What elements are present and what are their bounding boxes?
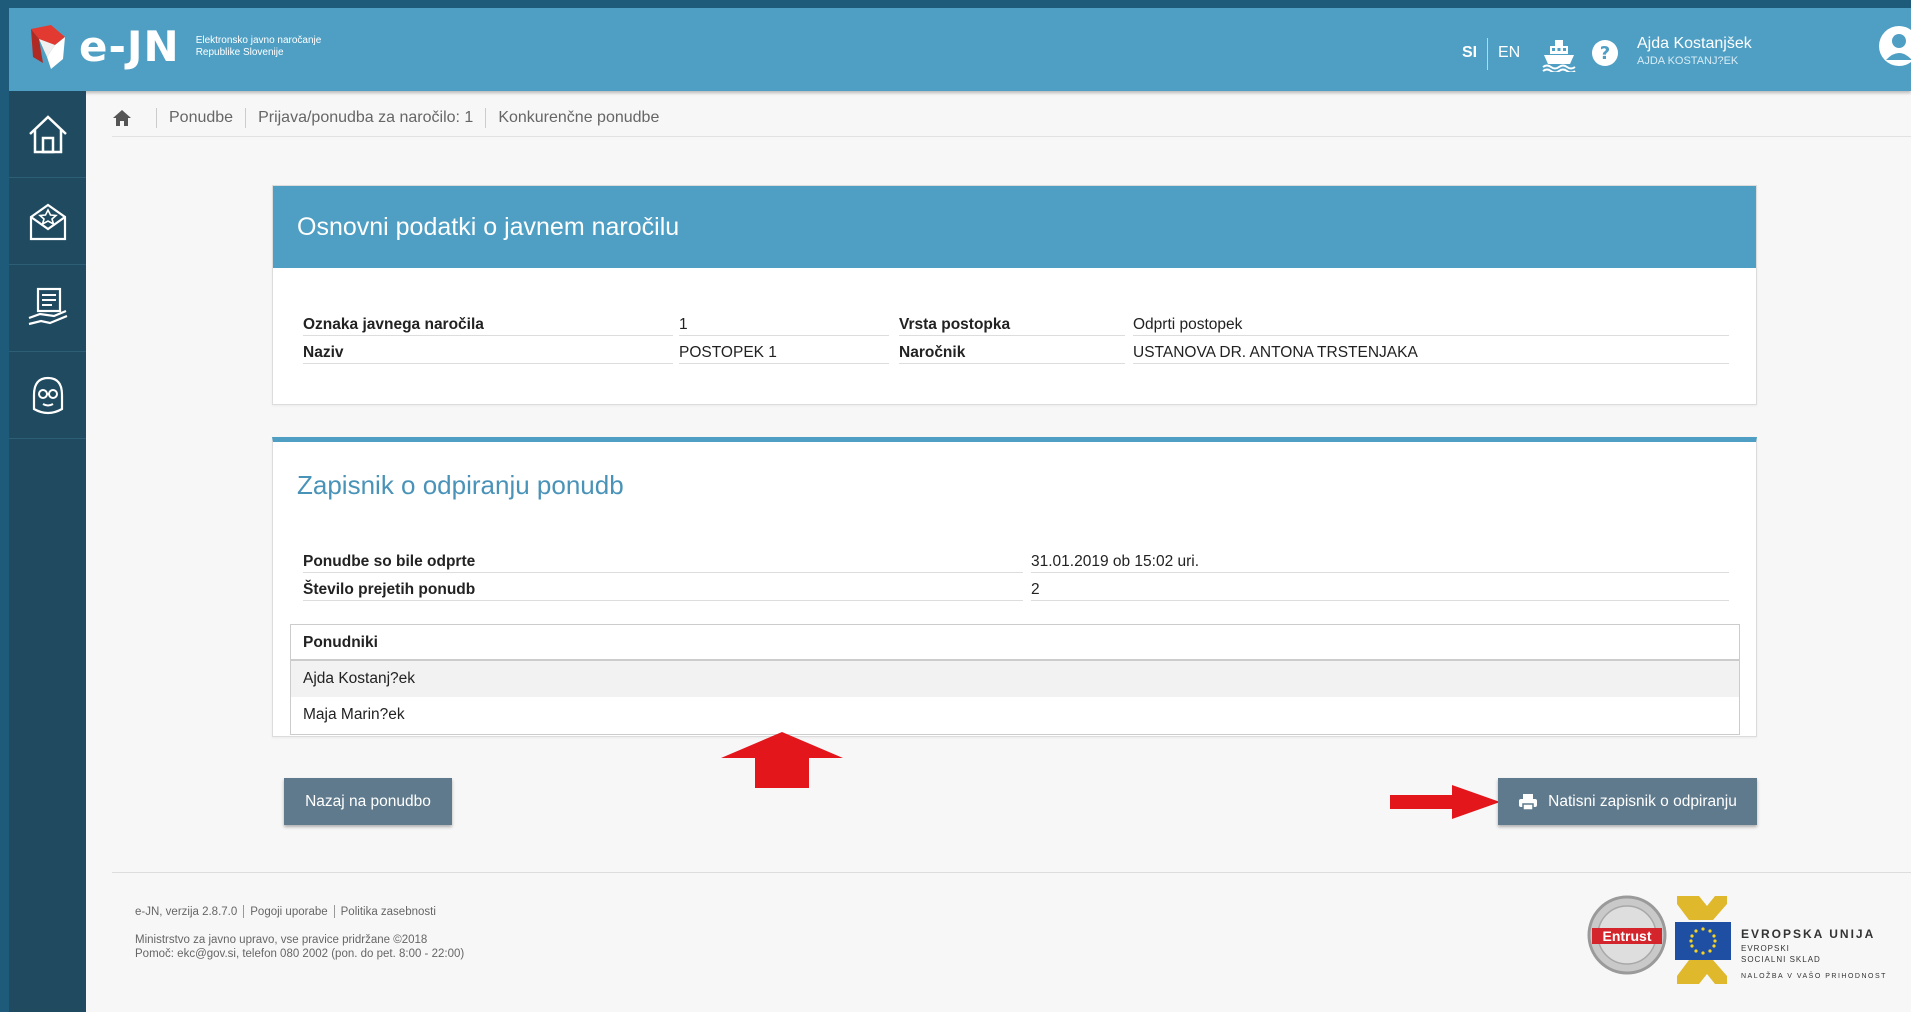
footer-version: e-JN, verzija 2.8.7.0 — [135, 905, 238, 918]
eu-line1: EVROPSKA UNIJA — [1741, 927, 1875, 941]
lang-divider — [1487, 38, 1488, 70]
bidders-header: Ponudniki — [291, 625, 1739, 661]
eu-line2: EVROPSKI — [1741, 944, 1790, 953]
breadcrumb-separator — [485, 108, 487, 128]
entrust-seal-icon: Entrust — [1587, 895, 1667, 975]
value-opened-at: 31.01.2019 ob 15:02 uri. — [1031, 550, 1729, 573]
svg-text:?: ? — [1600, 43, 1610, 64]
footer-separator — [243, 905, 245, 918]
label-procurement-id: Oznaka javnega naročila — [303, 313, 673, 336]
footer-privacy-link[interactable]: Politika zasebnosti — [341, 906, 436, 918]
app-name: e-JN — [79, 22, 180, 71]
info-row: Naziv POSTOPEK 1 Naročnik USTANOVA DR. A… — [303, 341, 1729, 365]
app-subtitle: Elektronsko javno naročanje Republike Sl… — [196, 35, 322, 59]
help-icon[interactable]: ? — [1591, 39, 1619, 67]
sidebar — [9, 91, 86, 1012]
basic-info-title: Osnovni podatki o javnem naročilu — [273, 186, 1756, 268]
value-name: POSTOPEK 1 — [679, 341, 889, 364]
table-row: Maja Marin?ek — [303, 706, 405, 723]
basic-info-panel: Osnovni podatki o javnem naročilu Oznaka… — [272, 185, 1757, 405]
annotation-arrow-right-icon — [1390, 785, 1500, 819]
breadcrumb-item-application[interactable]: Prijava/ponudba za naročilo: 1 — [258, 109, 473, 127]
eu-social-fund-logo: EVROPSKA UNIJA EVROPSKI SOCIALNI SKLAD N… — [1675, 896, 1887, 984]
footer-help-line: Pomoč: ekc@gov.si, telefon 080 2002 (pon… — [135, 948, 465, 960]
app-logo[interactable]: e-JN Elektronsko javno naročanje Republi… — [25, 22, 321, 71]
eu-line4: NALOŽBA V VAŠO PRIHODNOST — [1741, 971, 1887, 980]
label-name: Naziv — [303, 341, 673, 364]
printer-icon — [1519, 793, 1538, 811]
breadcrumb-separator — [156, 108, 157, 128]
user-subtitle: AJDA KOSTANJ?EK — [1637, 55, 1739, 67]
support-person-icon — [32, 376, 63, 415]
value-offer-count: 2 — [1031, 578, 1729, 601]
footer-terms-link[interactable]: Pogoji uporabe — [250, 906, 327, 918]
breadcrumb-home-icon[interactable] — [112, 109, 132, 127]
info-row: Oznaka javnega naročila 1 Vrsta postopka… — [303, 313, 1729, 337]
footer-separator — [333, 905, 335, 918]
user-avatar-icon[interactable] — [1877, 24, 1911, 68]
ship-icon[interactable] — [1541, 38, 1577, 72]
info-row: Ponudbe so bile odprte 31.01.2019 ob 15:… — [303, 550, 1729, 574]
app-frame: e-JN Elektronsko javno naročanje Republi… — [9, 8, 1911, 1012]
app-subtitle-line2: Republike Slovenije — [195, 46, 284, 58]
label-offer-count: Število prejetih ponudb — [303, 578, 1023, 601]
info-row: Število prejetih ponudb 2 — [303, 578, 1729, 602]
table-row: Ajda Kostanj?ek — [291, 661, 1739, 697]
sidebar-item-support[interactable] — [9, 352, 86, 439]
home-icon — [28, 115, 67, 154]
label-procedure-type: Vrsta postopka — [899, 313, 1125, 336]
breadcrumb-item-current: Konkurenčne ponudbe — [498, 109, 660, 126]
eu-line3: SOCIALNI SKLAD — [1741, 955, 1821, 964]
hand-document-icon — [28, 287, 67, 326]
sidebar-item-home[interactable] — [9, 91, 86, 178]
footer-copyright-line: Ministrstvo za javno upravo, vse pravice… — [135, 934, 428, 946]
label-opened-at: Ponudbe so bile odprte — [303, 550, 1023, 573]
lang-si-link[interactable]: SI — [1462, 44, 1477, 62]
bidders-table: Ponudniki Ajda Kostanj?ek Maja Marin?ek — [290, 624, 1740, 735]
opening-record-title: Zapisnik o odpiranju ponudb — [297, 470, 624, 500]
entrust-label: Entrust — [1603, 928, 1652, 944]
sidebar-item-offers[interactable] — [9, 178, 86, 265]
opening-record-panel: Zapisnik o odpiranju ponudb Ponudbe so b… — [272, 437, 1757, 737]
breadcrumb-divider — [112, 136, 1911, 137]
user-name[interactable]: Ajda Kostanjšek — [1637, 35, 1752, 53]
value-contracting-authority: USTANOVA DR. ANTONA TRSTENJAKA — [1133, 341, 1729, 364]
breadcrumb-item-offers[interactable]: Ponudbe — [169, 109, 233, 127]
logo-mark-icon — [31, 24, 65, 69]
print-record-button[interactable]: Natisni zapisnik o odpiranju — [1498, 778, 1757, 825]
print-record-label: Natisni zapisnik o odpiranju — [1548, 792, 1737, 810]
footer-divider — [112, 872, 1911, 873]
breadcrumb-separator — [245, 108, 247, 128]
annotation-arrow-up-icon — [721, 732, 843, 788]
value-procurement-id: 1 — [679, 313, 889, 336]
back-to-offer-button[interactable]: Nazaj na ponudbo — [284, 778, 452, 825]
breadcrumb: Ponudbe Prijava/ponudba za naročilo: 1 K… — [112, 108, 659, 128]
app-subtitle-line1: Elektronsko javno naročanje — [195, 34, 322, 46]
footer-links: e-JN, verzija 2.8.7.0 Pogoji uporabe Pol… — [135, 905, 436, 918]
footer-copyright: Ministrstvo za javno upravo, vse pravice… — [135, 933, 464, 961]
envelope-star-icon — [29, 203, 66, 241]
sidebar-item-procurements[interactable] — [9, 265, 86, 352]
lang-en-link[interactable]: EN — [1498, 44, 1520, 62]
top-header: e-JN Elektronsko javno naročanje Republi… — [9, 8, 1911, 91]
value-procedure-type: Odprti postopek — [1133, 313, 1729, 336]
label-contracting-authority: Naročnik — [899, 341, 1125, 364]
